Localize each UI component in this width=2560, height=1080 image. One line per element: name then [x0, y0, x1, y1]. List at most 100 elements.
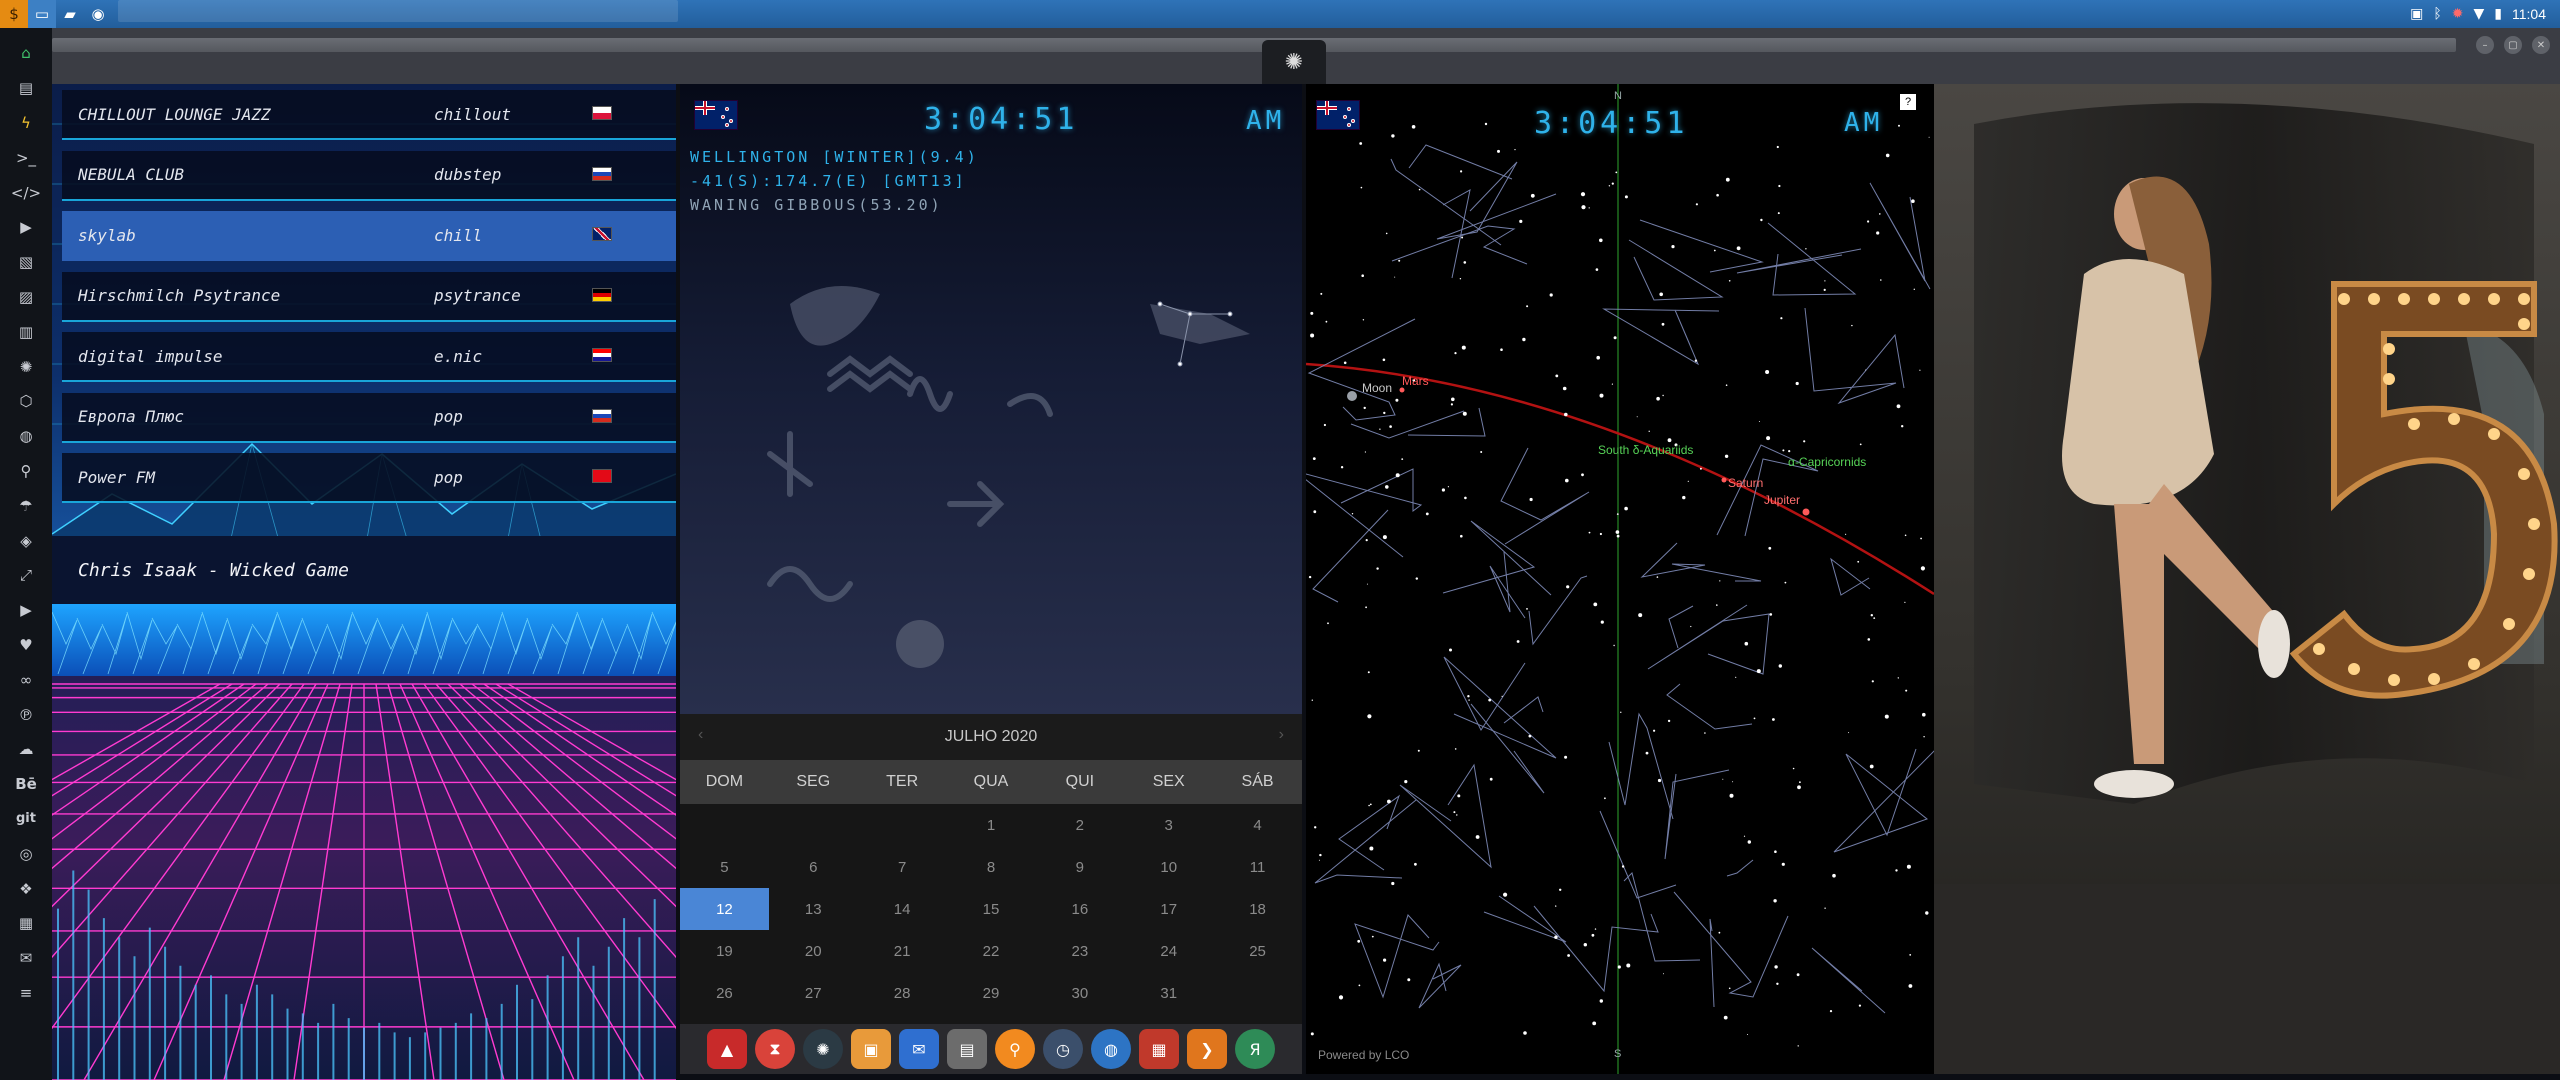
calendar-day[interactable]: 27: [769, 972, 858, 1014]
calendar-day[interactable]: 30: [1035, 972, 1124, 1014]
calendar-day[interactable]: 8: [947, 846, 1036, 888]
calendar-day[interactable]: 25: [1213, 930, 1302, 972]
powered-by-label[interactable]: Powered by LCO: [1318, 1048, 1409, 1062]
rebel-icon[interactable]: ✺: [8, 349, 44, 384]
bluetooth-icon[interactable]: ᛒ: [2433, 6, 2441, 22]
calendar-day[interactable]: 3: [1124, 804, 1213, 846]
calendar-day[interactable]: 20: [769, 930, 858, 972]
calendar-day[interactable]: 17: [1124, 888, 1213, 930]
calendar-day[interactable]: 31: [1124, 972, 1213, 1014]
window-tab-strip[interactable]: [52, 38, 2456, 52]
calendar-day[interactable]: 28: [858, 972, 947, 1014]
clock-icon[interactable]: ◷: [1043, 1029, 1083, 1069]
launcher-icon[interactable]: ▲: [707, 1029, 747, 1069]
sublime-icon[interactable]: ❯: [1187, 1029, 1227, 1069]
timer-icon[interactable]: ⧗: [755, 1029, 795, 1069]
expand-icon[interactable]: ⤢: [8, 558, 44, 593]
calendar-day[interactable]: 18: [1213, 888, 1302, 930]
calendar-day[interactable]: 12: [680, 888, 769, 930]
play-icon[interactable]: ▶: [8, 210, 44, 245]
globe-icon[interactable]: ◍: [8, 419, 44, 454]
calendar-day[interactable]: 21: [858, 930, 947, 972]
calendar-day[interactable]: 7: [858, 846, 947, 888]
heart-icon[interactable]: ♥: [8, 628, 44, 663]
home-icon[interactable]: ⌂: [8, 36, 44, 71]
document-icon[interactable]: ▤: [8, 71, 44, 106]
window-icon[interactable]: ▭: [28, 0, 56, 28]
image-icon[interactable]: ▨: [8, 280, 44, 315]
calendar-day[interactable]: 29: [947, 972, 1036, 1014]
system-clock[interactable]: 11:04: [2512, 6, 2546, 22]
mail-icon[interactable]: ✉: [899, 1029, 939, 1069]
search-icon[interactable]: ⚲: [995, 1029, 1035, 1069]
russia-flag-icon: [592, 166, 612, 181]
rebel-logo-icon[interactable]: ✺: [1262, 40, 1326, 84]
station-item[interactable]: digital impulse e.nic: [62, 332, 676, 382]
calendar-day[interactable]: 9: [1035, 846, 1124, 888]
station-item[interactable]: Power FM pop: [62, 453, 676, 503]
wifi-icon[interactable]: ▼: [2474, 6, 2485, 22]
calendar-day[interactable]: 11: [1213, 846, 1302, 888]
calendar-day[interactable]: 4: [1213, 804, 1302, 846]
station-item[interactable]: CHILLOUT LOUNGE JAZZ chillout: [62, 90, 676, 140]
yandex-icon[interactable]: Я: [1235, 1029, 1275, 1069]
help-button[interactable]: ?: [1900, 94, 1916, 110]
calendar-day[interactable]: 13: [769, 888, 858, 930]
umbrella-icon[interactable]: ☂: [8, 488, 44, 523]
git-icon[interactable]: git: [8, 802, 44, 837]
code-icon[interactable]: </>: [8, 175, 44, 210]
id-card-icon[interactable]: ▥: [8, 314, 44, 349]
bolt-icon[interactable]: ϟ: [8, 106, 44, 141]
calendar-prev-button[interactable]: ‹: [698, 726, 703, 744]
station-item[interactable]: Hirschmilch Psytrance psytrance: [62, 271, 676, 322]
station-item[interactable]: skylab chill: [62, 211, 676, 261]
station-item[interactable]: NEBULA CLUB dubstep: [62, 150, 676, 201]
notes-icon[interactable]: ▤: [947, 1029, 987, 1069]
close-button[interactable]: ✕: [2532, 36, 2550, 54]
chrome-icon[interactable]: ◉: [84, 0, 112, 28]
app-menu-icon[interactable]: $: [0, 0, 28, 28]
map-icon[interactable]: ▦: [8, 906, 44, 941]
station-item[interactable]: Европа Плюс pop: [62, 392, 676, 443]
minimize-button[interactable]: –: [2476, 36, 2494, 54]
calendar-next-button[interactable]: ›: [1279, 726, 1284, 744]
film-icon[interactable]: ⬡: [8, 384, 44, 419]
terminal-icon[interactable]: >_: [8, 140, 44, 175]
youtube-icon[interactable]: ▶: [8, 593, 44, 628]
search-icon[interactable]: ⚲: [8, 454, 44, 489]
photos-icon[interactable]: ▣: [851, 1029, 891, 1069]
taskbar-window-strip[interactable]: [118, 0, 678, 22]
maximize-button[interactable]: ▢: [2504, 36, 2522, 54]
star-chart[interactable]: Moon Mars Saturn Jupiter South δ-Aquarii…: [1306, 84, 1934, 1074]
calendar-day[interactable]: 22: [947, 930, 1036, 972]
globe-icon[interactable]: ◍: [1091, 1029, 1131, 1069]
pinterest-icon[interactable]: ℗: [8, 697, 44, 732]
folder-icon[interactable]: ▰: [56, 0, 84, 28]
cloud-icon[interactable]: ☁: [8, 732, 44, 767]
video-icon[interactable]: ▧: [8, 245, 44, 280]
terminal-icon[interactable]: ✺: [803, 1029, 843, 1069]
behance-icon[interactable]: Bē: [8, 767, 44, 802]
cubes-icon[interactable]: ❖: [8, 871, 44, 906]
calendar-day[interactable]: 6: [769, 846, 858, 888]
calendar-day[interactable]: 16: [1035, 888, 1124, 930]
settings-icon[interactable]: ✹: [2452, 6, 2464, 22]
image-icon[interactable]: ▣: [2410, 6, 2423, 22]
calendar-day[interactable]: 5: [680, 846, 769, 888]
calendar-day[interactable]: 1: [947, 804, 1036, 846]
calendar-day[interactable]: 14: [858, 888, 947, 930]
github-icon[interactable]: ◎: [8, 836, 44, 871]
mail-icon[interactable]: ✉: [8, 941, 44, 976]
calendar-icon[interactable]: ▦: [1139, 1029, 1179, 1069]
calendar-day[interactable]: 2: [1035, 804, 1124, 846]
calendar-day[interactable]: 24: [1124, 930, 1213, 972]
calendar-day[interactable]: 23: [1035, 930, 1124, 972]
link-icon[interactable]: ∞: [8, 662, 44, 697]
calendar-day[interactable]: 10: [1124, 846, 1213, 888]
menu-icon[interactable]: ≡: [8, 976, 44, 1011]
battery-icon[interactable]: ▮: [2494, 6, 2502, 22]
calendar-day[interactable]: 19: [680, 930, 769, 972]
calendar-day[interactable]: 26: [680, 972, 769, 1014]
tag-icon[interactable]: ◈: [8, 523, 44, 558]
calendar-day[interactable]: 15: [947, 888, 1036, 930]
